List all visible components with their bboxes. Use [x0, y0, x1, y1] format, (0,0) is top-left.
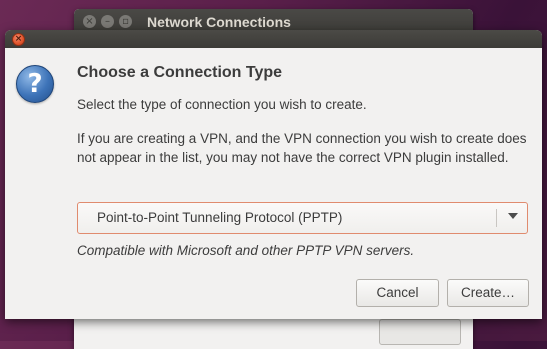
- create-button[interactable]: Create…: [447, 279, 529, 307]
- dialog-subtitle: Select the type of connection you wish t…: [77, 97, 367, 112]
- connection-type-select[interactable]: Point-to-Point Tunneling Protocol (PPTP): [77, 202, 528, 234]
- cancel-button[interactable]: Cancel: [356, 279, 439, 307]
- connection-type-value: Point-to-Point Tunneling Protocol (PPTP): [97, 210, 343, 225]
- chevron-down-icon[interactable]: [508, 213, 518, 219]
- question-icon: ?: [16, 65, 54, 103]
- dialog-titlebar: ×: [5, 30, 542, 48]
- close-icon[interactable]: ×: [12, 33, 25, 46]
- bg-window-button[interactable]: [379, 319, 461, 345]
- bg-maximize-icon[interactable]: ▫: [119, 15, 132, 28]
- dialog-info-text: If you are creating a VPN, and the VPN c…: [77, 131, 527, 165]
- dialog-heading: Choose a Connection Type: [77, 64, 283, 81]
- combo-separator: [496, 209, 497, 227]
- bg-close-icon[interactable]: ×: [83, 15, 96, 28]
- choose-connection-type-dialog: × ? Choose a Connection Type Select the …: [5, 30, 542, 319]
- bg-minimize-icon[interactable]: –: [101, 15, 114, 28]
- connection-type-hint: Compatible with Microsoft and other PPTP…: [77, 243, 415, 258]
- network-connections-title: Network Connections: [147, 14, 291, 30]
